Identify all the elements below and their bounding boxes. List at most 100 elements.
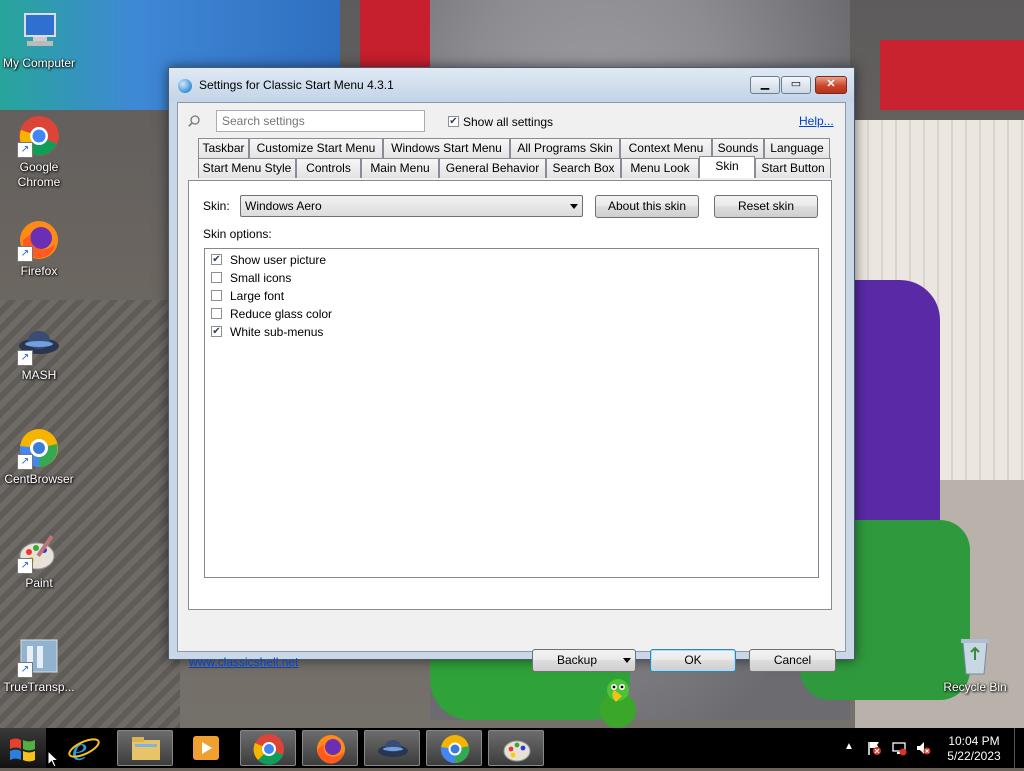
volume-muted-icon[interactable] bbox=[915, 740, 931, 756]
desktop-icon-centbrowser[interactable]: ↗ CentBrowser bbox=[1, 426, 77, 487]
cancel-button[interactable]: Cancel bbox=[749, 649, 836, 672]
maximize-icon: ▭ bbox=[790, 78, 802, 90]
desktop-icon-firefox[interactable]: ↗ Firefox bbox=[1, 218, 77, 279]
backup-button[interactable]: Backup bbox=[532, 649, 636, 672]
tab-general-behavior[interactable]: General Behavior bbox=[439, 158, 546, 178]
settings-window: Settings for Classic Start Menu 4.3.1 ▁ … bbox=[168, 67, 855, 672]
taskbar: e ▲ 10:04 PM 5/22/2023 bbox=[0, 728, 1024, 768]
tab-language[interactable]: Language bbox=[764, 138, 830, 158]
desktop-icon-truetransparency[interactable]: ↗ TrueTransp... bbox=[1, 634, 77, 695]
taskbar-google-chrome[interactable] bbox=[240, 730, 296, 766]
clock-time: 10:04 PM bbox=[948, 734, 1000, 748]
centbrowser-icon: ↗ bbox=[17, 426, 61, 470]
tab-start-menu-style[interactable]: Start Menu Style bbox=[198, 158, 296, 178]
taskbar-centbrowser[interactable] bbox=[426, 730, 482, 766]
classic-shell-icon bbox=[178, 79, 192, 93]
show-desktop-button[interactable] bbox=[1014, 728, 1024, 768]
desktop-icon-label: Paint bbox=[25, 576, 53, 590]
search-icon bbox=[188, 115, 200, 127]
clock-date: 5/22/2023 bbox=[947, 749, 1001, 763]
classicshell-website-link[interactable]: www.classicshell.net bbox=[189, 655, 298, 669]
option-label: White sub-menus bbox=[230, 325, 324, 339]
taskbar-clock[interactable]: 10:04 PM 5/22/2023 bbox=[938, 734, 1010, 764]
tab-controls[interactable]: Controls bbox=[296, 158, 361, 178]
show-all-settings-checkbox[interactable] bbox=[448, 116, 459, 127]
maximize-button[interactable]: ▭ bbox=[781, 76, 811, 94]
shortcut-arrow-icon: ↗ bbox=[17, 558, 33, 574]
dialog-client-area: Show all settings Help... Taskbar Custom… bbox=[177, 102, 846, 672]
option-label: Show user picture bbox=[230, 253, 327, 267]
desktop-icon-label: CentBrowser bbox=[4, 472, 74, 486]
internet-explorer-icon: e bbox=[68, 731, 100, 768]
svg-text:e: e bbox=[72, 731, 87, 766]
tab-start-button[interactable]: Start Button bbox=[755, 158, 831, 178]
tab-context-menu[interactable]: Context Menu bbox=[620, 138, 712, 158]
window-title: Settings for Classic Start Menu 4.3.1 bbox=[199, 78, 394, 92]
desktop-icon-mash[interactable]: ↗ MASH bbox=[1, 322, 77, 383]
option-label: Large font bbox=[230, 289, 285, 303]
backup-button-label: Backup bbox=[557, 653, 598, 667]
search-input[interactable] bbox=[216, 110, 425, 132]
show-hidden-icons-chevron-icon[interactable]: ▲ bbox=[844, 741, 854, 752]
tab-menu-look[interactable]: Menu Look bbox=[621, 158, 699, 178]
firefox-icon bbox=[317, 735, 345, 764]
centbrowser-icon bbox=[440, 735, 470, 764]
desktop-icon-recycle-bin[interactable]: Recycle Bin bbox=[937, 634, 1013, 695]
truetransparency-icon: ↗ bbox=[17, 634, 61, 678]
help-link[interactable]: Help... bbox=[799, 114, 834, 128]
desktop-icon-label: Recycle Bin bbox=[943, 680, 1007, 694]
computer-icon bbox=[17, 10, 61, 54]
taskbar-firefox[interactable] bbox=[302, 730, 358, 766]
taskbar-internet-explorer[interactable]: e bbox=[56, 730, 112, 768]
desktop-icon-label: MASH bbox=[21, 368, 57, 382]
reset-skin-button[interactable]: Reset skin bbox=[714, 195, 818, 218]
close-button[interactable]: ✕ bbox=[815, 76, 847, 94]
desktop-icon-google-chrome[interactable]: ↗ Google Chrome bbox=[1, 114, 77, 190]
tab-sounds[interactable]: Sounds bbox=[712, 138, 764, 158]
reduce-glass-color-checkbox[interactable] bbox=[211, 308, 222, 319]
taskbar-file-explorer[interactable] bbox=[117, 730, 173, 766]
desktop-icon-label: Google Chrome bbox=[17, 160, 61, 189]
taskbar-paint[interactable] bbox=[488, 730, 544, 766]
window-titlebar[interactable]: Settings for Classic Start Menu 4.3.1 ▁ … bbox=[169, 68, 854, 102]
large-font-checkbox[interactable] bbox=[211, 290, 222, 301]
desktop-icon-label: Firefox bbox=[20, 264, 58, 278]
about-this-skin-button[interactable]: About this skin bbox=[595, 195, 699, 218]
media-player-icon bbox=[193, 736, 219, 760]
action-center-flag-icon[interactable] bbox=[866, 740, 882, 756]
close-icon: ✕ bbox=[826, 78, 836, 90]
taskbar-media-player[interactable] bbox=[178, 730, 234, 766]
windows-logo-icon bbox=[10, 738, 35, 762]
shortcut-arrow-icon: ↗ bbox=[17, 662, 33, 678]
small-icons-checkbox[interactable] bbox=[211, 272, 222, 283]
show-user-picture-checkbox[interactable] bbox=[211, 254, 222, 265]
desktop-icon-paint[interactable]: ↗ Paint bbox=[1, 530, 77, 591]
show-all-settings-label: Show all settings bbox=[463, 115, 554, 129]
firefox-icon: ↗ bbox=[17, 218, 61, 262]
start-button[interactable] bbox=[0, 728, 46, 768]
minimize-button[interactable]: ▁ bbox=[750, 76, 780, 94]
recycle-bin-icon bbox=[953, 634, 997, 678]
mouse-cursor-icon bbox=[47, 749, 60, 768]
desktop-icon-label: TrueTransp... bbox=[3, 680, 75, 694]
chrome-icon bbox=[253, 734, 284, 765]
mash-icon bbox=[378, 740, 408, 757]
taskbar-mash[interactable] bbox=[364, 730, 420, 766]
tab-skin[interactable]: Skin bbox=[699, 156, 755, 178]
tab-customize-start-menu[interactable]: Customize Start Menu bbox=[249, 138, 383, 158]
tab-all-programs-skin[interactable]: All Programs Skin bbox=[510, 138, 620, 158]
chevron-down-icon bbox=[623, 658, 631, 663]
skin-label: Skin: bbox=[203, 199, 230, 213]
paint-palette-icon: ↗ bbox=[17, 530, 61, 574]
tab-windows-start-menu[interactable]: Windows Start Menu bbox=[383, 138, 510, 158]
tab-taskbar[interactable]: Taskbar bbox=[198, 138, 249, 158]
skin-dropdown[interactable]: Windows Aero bbox=[240, 195, 583, 217]
option-label: Reduce glass color bbox=[230, 307, 333, 321]
tab-search-box[interactable]: Search Box bbox=[546, 158, 621, 178]
ok-button[interactable]: OK bbox=[650, 649, 736, 672]
network-icon[interactable] bbox=[891, 740, 907, 756]
shortcut-arrow-icon: ↗ bbox=[17, 454, 33, 470]
tab-main-menu[interactable]: Main Menu bbox=[361, 158, 439, 178]
white-sub-menus-checkbox[interactable] bbox=[211, 326, 222, 337]
desktop-icon-my-computer[interactable]: My Computer bbox=[1, 10, 77, 71]
